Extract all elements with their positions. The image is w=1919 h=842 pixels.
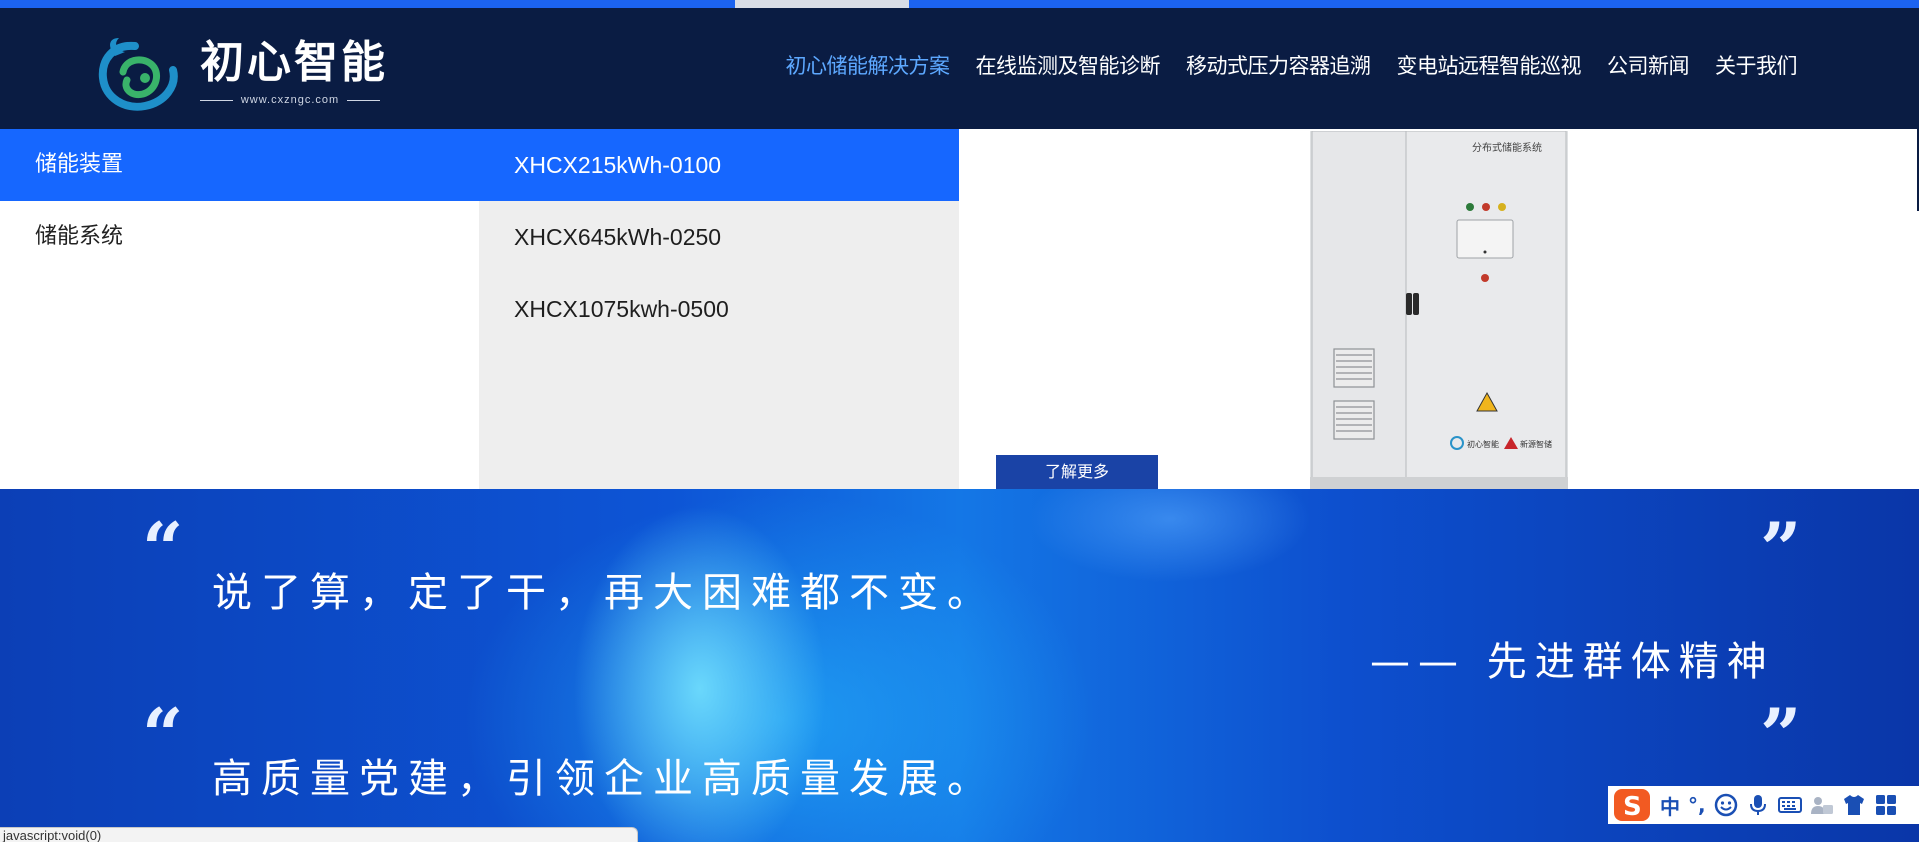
top-tab-indicator bbox=[735, 0, 909, 8]
browser-status-bar: javascript:void(0) bbox=[0, 827, 638, 842]
logo-url: www.cxzngc.com bbox=[240, 94, 340, 106]
skin-shirt-icon[interactable] bbox=[1842, 793, 1866, 817]
svg-text:S: S bbox=[1623, 792, 1642, 822]
top-accent-bar bbox=[0, 0, 1919, 8]
slogan-attribution: —— 先进群体精神 bbox=[1370, 639, 1775, 685]
logo-mark-icon bbox=[98, 38, 178, 111]
cabinet-brand-left-label: 初心智能 bbox=[1467, 439, 1499, 449]
main-nav: 初心储能解决方案 在线监测及智能诊断 移动式压力容器追溯 变电站远程智能巡视 公… bbox=[786, 50, 1798, 80]
ime-punctuation-toggle[interactable]: °, bbox=[1688, 793, 1706, 817]
product-item-645kwh[interactable]: XHCX645kWh-0250 bbox=[479, 201, 959, 273]
sogou-logo-icon[interactable]: S bbox=[1612, 787, 1652, 823]
slogan-quote-1: 说了算，定了干，再大困难都不变。 bbox=[212, 570, 996, 616]
logo-divider-left bbox=[200, 99, 233, 101]
keyboard-icon[interactable] bbox=[1777, 793, 1802, 817]
quote2-open-mark: “ bbox=[142, 692, 184, 777]
site-logo[interactable]: 初心智能 www.cxzngc.com bbox=[95, 32, 395, 116]
category-list: 储能装置 储能系统 bbox=[0, 129, 479, 489]
nav-item-company-news[interactable]: 公司新闻 bbox=[1607, 50, 1690, 80]
emoji-icon[interactable] bbox=[1714, 793, 1738, 817]
more-grid-icon[interactable] bbox=[1874, 793, 1898, 817]
product-item-215kwh[interactable]: XHCX215kWh-0100 bbox=[479, 129, 959, 201]
nav-item-online-monitoring[interactable]: 在线监测及智能诊断 bbox=[976, 50, 1161, 80]
slogan-quote-2: 高质量党建，引领企业高质量发展。 bbox=[212, 756, 996, 802]
ime-mode-toggle[interactable]: 中 bbox=[1660, 791, 1680, 820]
nav-item-pressure-vessel-tracing[interactable]: 移动式压力容器追溯 bbox=[1186, 50, 1371, 80]
quote1-close-mark: ” bbox=[1760, 506, 1802, 591]
user-toolbox-icon[interactable] bbox=[1810, 793, 1834, 817]
ime-toolbar: S 中 °, bbox=[1608, 786, 1919, 824]
logo-title: 初心智能 bbox=[200, 37, 388, 88]
cabinet-title-label: 分布式储能系统 bbox=[1472, 141, 1542, 154]
category-energy-storage-system[interactable]: 储能系统 bbox=[0, 201, 479, 273]
nav-item-energy-storage[interactable]: 初心储能解决方案 bbox=[786, 50, 951, 80]
microphone-icon[interactable] bbox=[1746, 793, 1770, 817]
quote2-close-mark: ” bbox=[1760, 692, 1802, 777]
learn-more-button[interactable]: 了解更多 bbox=[996, 455, 1158, 489]
energy-storage-cabinet-image: 分布式储能系统 初心智能 新源智储 bbox=[1310, 131, 1568, 489]
dropdown-panel: 储能装置 储能系统 XHCX215kWh-0100 XHCX645kWh-025… bbox=[0, 129, 1919, 489]
logo-url-row: www.cxzngc.com bbox=[200, 92, 381, 108]
logo-divider-right bbox=[347, 99, 381, 101]
product-list: XHCX215kWh-0100 XHCX645kWh-0250 XHCX1075… bbox=[479, 129, 959, 489]
cabinet-brand-right-label: 新源智储 bbox=[1520, 439, 1552, 449]
site-header: 初心智能 www.cxzngc.com 初心储能解决方案 在线监测及智能诊断 移… bbox=[0, 8, 1919, 129]
nav-item-substation-inspection[interactable]: 变电站远程智能巡视 bbox=[1397, 50, 1582, 80]
nav-item-about-us[interactable]: 关于我们 bbox=[1715, 50, 1798, 80]
quote1-open-mark: “ bbox=[142, 506, 184, 591]
category-energy-storage-device[interactable]: 储能装置 bbox=[0, 129, 479, 201]
product-item-1075kwh[interactable]: XHCX1075kwh-0500 bbox=[479, 273, 959, 345]
